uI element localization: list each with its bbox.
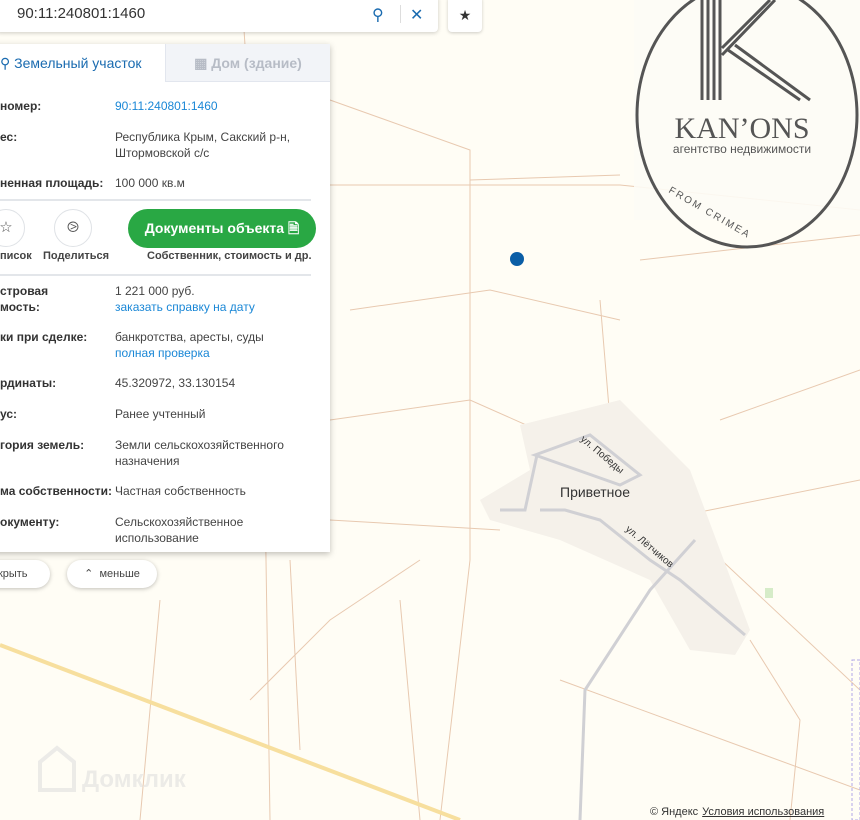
tab-building[interactable]: ▦ Дом (здание): [165, 44, 330, 82]
building-icon: ▦: [194, 55, 212, 71]
share-button[interactable]: ⧁: [54, 209, 92, 247]
svg-text:Домклик: Домклик: [82, 766, 187, 793]
cadastral-value: 1 221 000 руб.: [115, 284, 195, 298]
field-label: номер:: [0, 99, 42, 113]
cadastral-number-link[interactable]: 90:11:240801:1460: [115, 98, 320, 114]
less-label: меньше: [99, 568, 140, 580]
tab-label: Земельный участок: [14, 55, 142, 71]
tab-land-plot[interactable]: ⚲ Земельный участок: [0, 44, 165, 82]
field-label: ус:: [0, 407, 18, 421]
document-icon: 🗎: [287, 220, 300, 236]
svg-text:KAN’ONS: KAN’ONS: [675, 112, 810, 145]
svg-text:агентство недвижимости: агентство недвижимости: [673, 142, 811, 156]
hide-label: скрыть: [0, 568, 28, 580]
field-label: гория земель:: [0, 438, 85, 452]
less-button[interactable]: ⌃ меньше: [67, 560, 157, 588]
star-icon: ★: [458, 7, 472, 23]
risks-value: банкротства, аресты, суды: [115, 330, 264, 344]
documents-caption: Собственник, стоимость и др.: [147, 250, 312, 262]
divider: [0, 274, 311, 276]
coordinates-value: 45.320972, 33.130154: [115, 376, 236, 390]
permitted-use-value: Сельскохозяйственное использование: [115, 515, 244, 545]
favorites-button[interactable]: ★: [448, 0, 482, 32]
field-label: стровая: [0, 284, 49, 298]
tab-label: Дом (здание): [211, 55, 302, 71]
field-label: мость:: [0, 300, 40, 314]
copyright-text: © Яндекс: [650, 806, 699, 818]
list-label: писок: [0, 250, 32, 262]
terms-link[interactable]: Условия использования: [702, 806, 824, 818]
divider: [0, 199, 311, 201]
full-check-link[interactable]: полная проверка: [115, 345, 320, 361]
hide-button[interactable]: скрыть: [0, 560, 50, 588]
land-icon: ⚲: [0, 55, 15, 71]
field-label: ма собственности:: [0, 484, 113, 498]
land-category-value: Земли сельскохозяйственного назначения: [115, 438, 284, 468]
ownership-value: Частная собственность: [115, 484, 246, 498]
parcel-marker[interactable]: [510, 252, 524, 266]
add-to-list-button[interactable]: ☆: [0, 209, 25, 247]
area-value: 100 000 кв.м: [115, 176, 185, 190]
status-value: Ранее учтенный: [115, 407, 206, 421]
field-label: рдинаты:: [0, 376, 57, 390]
field-label: ненная площадь:: [0, 176, 104, 190]
chevron-up-icon: ⌃: [84, 568, 94, 580]
info-panel: ⚲ Земельный участок ▦ Дом (здание) номер…: [0, 44, 330, 552]
search-bar[interactable]: 90:11:240801:1460 ⚲ ✕: [0, 0, 438, 32]
village-label: Приветное: [560, 484, 630, 500]
field-label: ки при сделке:: [0, 330, 88, 344]
star-outline-icon: ☆: [0, 219, 13, 236]
map-copyright: © Яндекс Условия использования: [650, 806, 824, 818]
domclick-watermark: Домклик: [38, 745, 187, 793]
address-value: Республика Крым, Сакский р-н, Штормовско…: [115, 130, 291, 160]
kanons-logo: KAN’ONS агентство недвижимости FROM CRIM…: [634, 0, 860, 249]
documents-button[interactable]: Документы объекта 🗎: [128, 209, 316, 248]
documents-button-label: Документы объекта: [144, 220, 285, 236]
share-label: Поделиться: [43, 250, 110, 262]
field-label: окументу:: [0, 515, 60, 529]
order-report-link[interactable]: заказать справку на дату: [115, 299, 320, 315]
close-icon[interactable]: ✕: [410, 5, 423, 25]
search-icon[interactable]: ⚲: [372, 5, 384, 25]
share-icon: ⧁: [66, 219, 79, 236]
divider: [400, 5, 401, 23]
search-input[interactable]: 90:11:240801:1460: [17, 5, 145, 22]
field-label: ес:: [0, 130, 18, 144]
